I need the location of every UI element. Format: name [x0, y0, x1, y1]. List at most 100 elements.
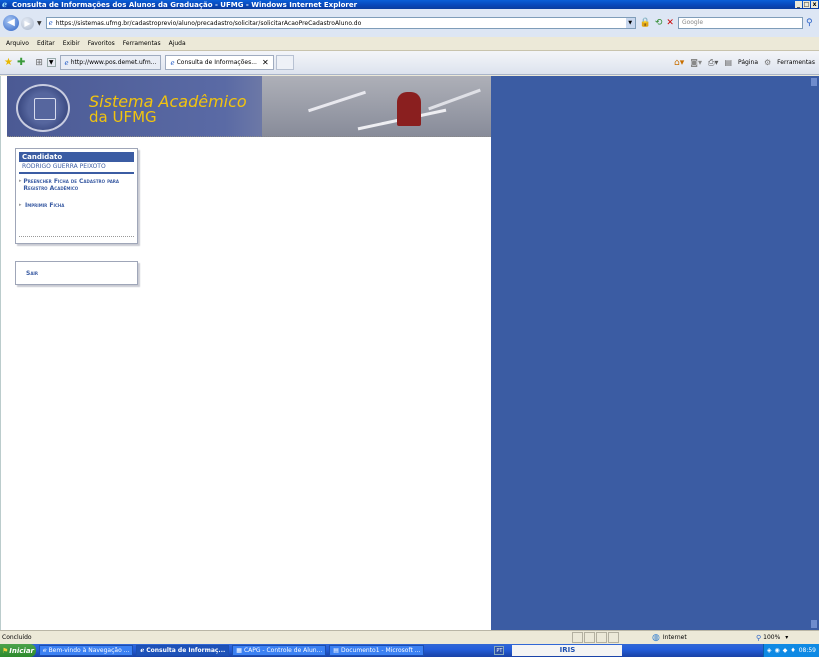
close-button[interactable]: x: [811, 1, 818, 8]
status-cell: [596, 632, 607, 643]
menu-ajuda[interactable]: Ajuda: [169, 40, 186, 47]
page-icon: ℯ: [48, 19, 53, 27]
ie-icon: ℯ: [140, 647, 145, 654]
close-tab-icon[interactable]: ✕: [262, 58, 269, 67]
zoom-control[interactable]: ⚲ 100% ▾: [756, 634, 788, 642]
banner-divider: [7, 135, 491, 137]
zoom-label: 100%: [763, 634, 781, 641]
menu-item-imprimir-ficha[interactable]: ▸ Imprimir Ficha: [19, 202, 134, 209]
url-dropdown-icon[interactable]: ▼: [625, 18, 635, 28]
page-content: Sistema Acadêmico da UFMG Candidato RODR…: [7, 76, 491, 630]
windows-flag-icon: ⚑: [2, 646, 9, 655]
ufmg-seal-logo: [16, 84, 70, 132]
menu-editar[interactable]: Editar: [37, 40, 55, 47]
exit-link[interactable]: Sair: [26, 270, 38, 277]
search-icon[interactable]: ⚲: [806, 18, 813, 28]
taskbar-item[interactable]: ▤ Documento1 - Microsoft ...: [329, 645, 425, 656]
tools-icon: ⚙: [764, 58, 772, 67]
zone-label: Internet: [662, 634, 687, 641]
taskbar-item-label: Bem-vindo à Navegação ...: [48, 647, 130, 654]
tools-menu-button[interactable]: Ferramentas: [777, 59, 815, 66]
taskbar: ⚑ Iniciar ℯ Bem-vindo à Navegação ... ℯ …: [0, 644, 819, 657]
taskbar-item[interactable]: ℯ Consulta de Informaç...: [136, 645, 230, 656]
menu-ferramentas[interactable]: Ferramentas: [123, 40, 161, 47]
menu-bar: Arquivo Editar Exibir Favoritos Ferramen…: [0, 37, 819, 51]
address-row: ◀ ▶ ▼ ℯ https://sistemas.ufmg.br/cadastr…: [0, 9, 819, 37]
taskbar-item[interactable]: ℯ Bem-vindo à Navegação ...: [39, 645, 134, 656]
start-label: Iniciar: [9, 646, 34, 655]
tab-pos-demet[interactable]: ℯ http://www.pos.demet.ufm...: [59, 55, 162, 70]
page-menu-button[interactable]: Página: [738, 59, 758, 66]
tab-consulta[interactable]: ℯ Consulta de Informações... ✕: [165, 55, 274, 70]
title-bar: ℯ Consulta de Informações dos Alunos da …: [0, 0, 819, 9]
banner-photo-student: [397, 92, 421, 126]
panel-divider: [19, 236, 134, 237]
ie-icon: ℯ: [2, 0, 8, 9]
home-icon[interactable]: ⌂▾: [674, 58, 684, 68]
menu-item-label: Imprimir Ficha: [25, 202, 65, 209]
zoom-icon: ⚲: [756, 633, 762, 642]
tab-list-dropdown-icon[interactable]: ▼: [46, 58, 56, 67]
tab-page-icon: ℯ: [64, 58, 69, 67]
ie-icon: ℯ: [43, 647, 47, 654]
page-icon: ▤: [724, 58, 733, 67]
zoom-dropdown-icon[interactable]: ▾: [785, 634, 788, 641]
system-subtitle: da UFMG: [89, 108, 157, 126]
print-icon[interactable]: ⎙▾: [708, 58, 718, 68]
system-tray: ◈ ◉ ◆ ♦ 08:59: [762, 644, 819, 657]
tray-icon[interactable]: ◆: [783, 647, 788, 654]
menu-favoritos[interactable]: Favoritos: [88, 40, 115, 47]
minimize-button[interactable]: _: [795, 1, 802, 8]
taskbar-item-label: CAPG - Controle de Alun...: [243, 647, 323, 654]
menu-exibir[interactable]: Exibir: [63, 40, 80, 47]
clock[interactable]: 08:59: [799, 647, 816, 654]
iris-toolbar[interactable]: IRIS: [512, 645, 623, 656]
menu-item-label: Preencher Ficha de Cadastro para Registr…: [23, 178, 119, 192]
search-input[interactable]: Google: [677, 17, 803, 29]
lock-icon[interactable]: 🔒: [640, 18, 651, 28]
menu-item-preencher-ficha[interactable]: ▸ Preencher Ficha de Cadastro para Regis…: [19, 178, 134, 192]
taskbar-item-label: Consulta de Informaç...: [146, 647, 226, 654]
banner-photo: [262, 76, 491, 137]
tab-label: Consulta de Informações...: [176, 59, 257, 66]
taskbar-item-label: Documento1 - Microsoft ...: [340, 647, 421, 654]
panel-header: Candidato: [19, 152, 134, 162]
favorites-star-icon[interactable]: ★: [4, 57, 13, 68]
add-favorite-icon[interactable]: ✚: [17, 57, 25, 68]
scroll-up-button[interactable]: [811, 78, 817, 86]
exit-panel[interactable]: Sair: [15, 261, 138, 285]
window-title: Consulta de Informações dos Alunos da Gr…: [12, 0, 358, 9]
stop-icon[interactable]: ✕: [666, 18, 674, 28]
back-button[interactable]: ◀: [3, 15, 19, 31]
globe-icon: ◍: [652, 632, 660, 643]
tab-page-icon: ℯ: [170, 58, 175, 67]
maximize-button[interactable]: □: [803, 1, 810, 8]
feeds-icon[interactable]: ◙▾: [690, 58, 702, 67]
status-bar: Concluído ◍ Internet ⚲ 100% ▾: [0, 630, 819, 644]
language-indicator[interactable]: PT: [494, 646, 505, 655]
scroll-down-button[interactable]: [811, 620, 817, 628]
security-zone[interactable]: ◍ Internet: [652, 633, 752, 643]
tray-icon[interactable]: ♦: [790, 647, 795, 654]
history-dropdown-icon[interactable]: ▼: [37, 20, 42, 27]
status-cell: [584, 632, 595, 643]
page-background-right: [491, 76, 819, 630]
new-tab-button[interactable]: [275, 55, 294, 70]
status-text: Concluído: [2, 634, 32, 641]
tab-row: ★ ✚ ⊞ ▼ ℯ http://www.pos.demet.ufm... ℯ …: [0, 51, 819, 75]
start-button[interactable]: ⚑ Iniciar: [0, 644, 36, 657]
quick-tabs-icon[interactable]: ⊞: [35, 58, 43, 68]
forward-button[interactable]: ▶: [21, 16, 34, 30]
url-input[interactable]: https://sistemas.ufmg.br/cadastroprevio/…: [56, 20, 626, 27]
menu-arquivo[interactable]: Arquivo: [6, 40, 29, 47]
taskbar-item[interactable]: ▦ CAPG - Controle de Alun...: [232, 645, 327, 656]
address-bar[interactable]: ℯ https://sistemas.ufmg.br/cadastroprevi…: [45, 17, 636, 29]
tray-icon[interactable]: ◉: [774, 647, 779, 654]
word-icon: ▤: [333, 647, 339, 654]
tray-icon[interactable]: ◈: [767, 647, 772, 654]
refresh-icon[interactable]: ⟲: [655, 18, 663, 28]
status-cell: [572, 632, 583, 643]
candidate-panel: Candidato RODRIGO GUERRA PEIXOTO ▸ Preen…: [15, 148, 138, 244]
app-icon: ▦: [236, 647, 242, 654]
tab-label: http://www.pos.demet.ufm...: [70, 59, 157, 66]
